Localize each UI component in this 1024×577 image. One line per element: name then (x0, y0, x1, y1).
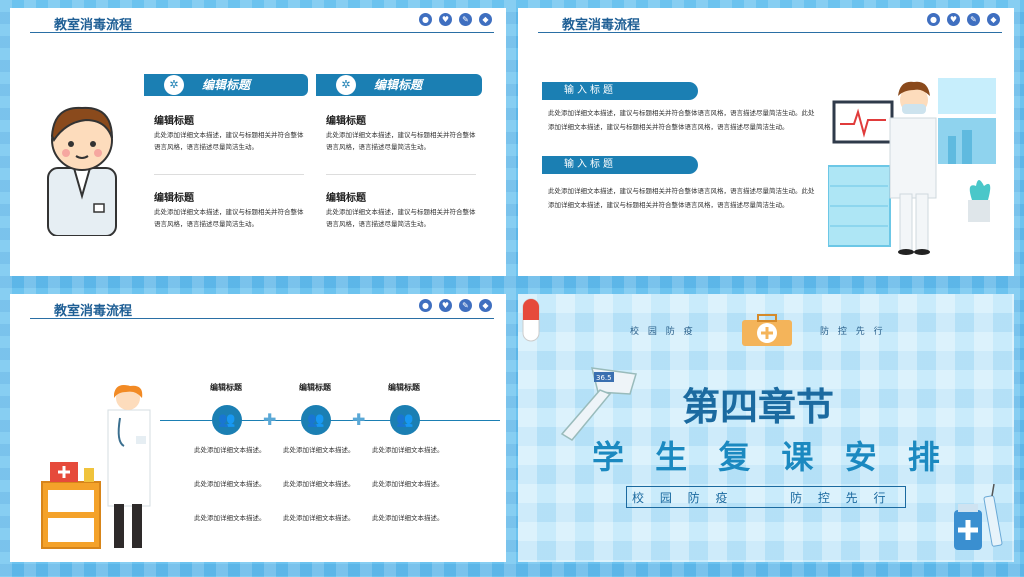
slide-title: 教室消毒流程 (54, 18, 133, 33)
column-text: 此处添加详细文本描述。 (372, 514, 444, 522)
item-heading: 编辑标题 (154, 193, 194, 204)
slide-1[interactable]: 教室消毒流程 ● ♥ ✎ ◆ ✲ 编辑标题 ✲ 编辑标题 编辑标题 此处添加详细… (10, 8, 506, 276)
lock-icon: ● (927, 13, 940, 26)
virus-icon: ✲ (336, 75, 356, 95)
column-heading: 编辑标题 (210, 383, 242, 392)
chapter-title: 第四章节 (682, 385, 835, 429)
heart-icon: ♥ (439, 299, 452, 312)
column-text: 此处添加详细文本描述。 (372, 446, 444, 454)
column-heading: 编辑标题 (299, 383, 331, 392)
slide-4[interactable]: 校 园 防 疫 防 控 先 行 36.5 第四章节 学 生 复 课 安 排 校 … (518, 294, 1014, 562)
medical-cross-icon: ✚ (263, 410, 277, 429)
item-text: 此处添加详细文本描述，建议与标题相关并符合整体语言风格，语言描述尽量简洁生动。 (154, 208, 304, 228)
title-divider (30, 32, 494, 33)
top-right-slogan: 防 控 先 行 (820, 327, 886, 337)
banner-1-label: 编辑标题 (202, 78, 251, 92)
header-icons: ● ♥ ✎ ◆ (927, 13, 1000, 26)
banner-1: ✲ 编辑标题 (144, 74, 308, 96)
slide-3[interactable]: 教室消毒流程 ● ♥ ✎ ◆ 编辑标题 👥 此处添加详细文本描述。 此处添加详细… (10, 294, 506, 562)
first-aid-kit-icon (742, 314, 792, 346)
slide-title: 教室消毒流程 (54, 304, 133, 319)
hospital-scene-illustration (828, 78, 996, 255)
virus-icon: ✲ (164, 75, 184, 95)
lock-icon: ● (419, 299, 432, 312)
group-icon: 👥 (301, 405, 331, 435)
pencil-icon: ✎ (459, 299, 472, 312)
column-text: 此处添加详细文本描述。 (283, 446, 355, 454)
capsule-icon (522, 298, 540, 342)
item-text: 此处添加详细文本描述，建议与标题相关并符合整体语言风格，语言描述尽量简洁生动。 (326, 131, 476, 151)
doctor-with-cabinet-illustration (41, 385, 151, 549)
tagline-right: 防 控 先 行 (790, 491, 892, 505)
column-text: 此处添加详细文本描述。 (283, 514, 355, 522)
lock-icon: ● (419, 13, 432, 26)
group-icon: 👥 (212, 405, 242, 435)
top-left-slogan: 校 园 防 疫 (630, 327, 696, 337)
column-text: 此处添加详细文本描述。 (194, 446, 266, 454)
column-text: 此处添加详细文本描述。 (283, 480, 355, 488)
medical-cross-icon: ✚ (352, 410, 366, 429)
section-label: 输入标题 (542, 156, 698, 174)
column-text: 此处添加详细文本描述。 (194, 480, 266, 488)
pencil-icon: ✎ (967, 13, 980, 26)
doctor-illustration (47, 106, 117, 236)
header-icons: ● ♥ ✎ ◆ (419, 13, 492, 26)
title-divider (30, 318, 494, 319)
column-text: 此处添加详细文本描述。 (372, 480, 444, 488)
heart-icon: ♥ (439, 13, 452, 26)
group-icon: 👥 (390, 405, 420, 435)
slide-subtitle: 学 生 复 课 安 排 (592, 438, 950, 476)
slide-2[interactable]: 教室消毒流程 ● ♥ ✎ ◆ 输入标题 此处添加详细文本描述，建议与标题相关并符… (518, 8, 1014, 276)
diamond-icon: ◆ (987, 13, 1000, 26)
header-icons: ● ♥ ✎ ◆ (419, 299, 492, 312)
heart-icon: ♥ (947, 13, 960, 26)
title-divider (538, 32, 1002, 33)
item-heading: 编辑标题 (326, 116, 366, 127)
diamond-icon: ◆ (479, 299, 492, 312)
column-heading: 编辑标题 (388, 383, 420, 392)
divider (154, 174, 304, 175)
section-label: 输入标题 (542, 82, 698, 100)
item-heading: 编辑标题 (326, 193, 366, 204)
banner-2: ✲ 编辑标题 (316, 74, 482, 96)
thermometer-display: 36.5 (596, 374, 612, 382)
pencil-icon: ✎ (459, 13, 472, 26)
item-heading: 编辑标题 (154, 116, 194, 127)
divider (326, 174, 476, 175)
item-text: 此处添加详细文本描述，建议与标题相关并符合整体语言风格，语言描述尽量简洁生动。 (326, 208, 476, 228)
item-text: 此处添加详细文本描述，建议与标题相关并符合整体语言风格，语言描述尽量简洁生动。 (154, 131, 304, 151)
column-text: 此处添加详细文本描述。 (194, 514, 266, 522)
section-text: 此处添加详细文本描述，建议与标题相关并符合整体语言风格，语言描述尽量简洁生动。此… (548, 109, 815, 131)
section-text: 此处添加详细文本描述，建议与标题相关并符合整体语言风格，语言描述尽量简洁生动。此… (548, 187, 815, 209)
slide-title: 教室消毒流程 (562, 18, 641, 33)
tagline-left: 校 园 防 疫 (632, 491, 734, 505)
diamond-icon: ◆ (479, 13, 492, 26)
banner-2-label: 编辑标题 (374, 78, 423, 92)
syringe-and-vial-illustration (954, 484, 1003, 550)
